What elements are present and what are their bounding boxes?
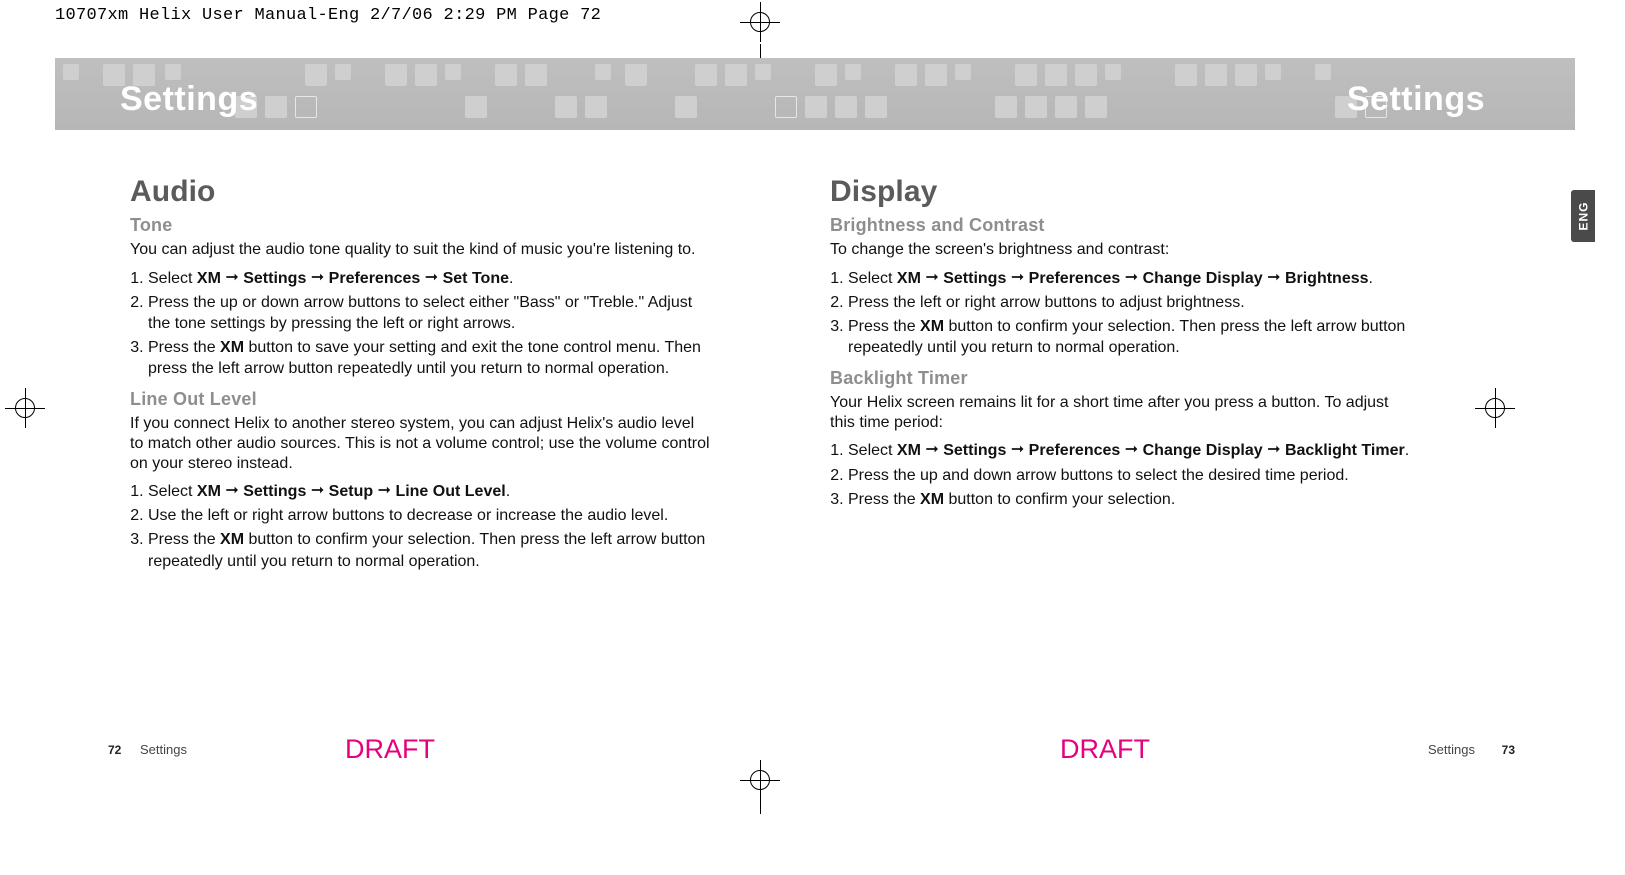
subheading-tone: Tone (130, 215, 710, 236)
arrow-icon: ➞ (1011, 439, 1024, 460)
arrow-icon: ➞ (311, 480, 324, 501)
brightness-step-3: Press the XM button to confirm your sele… (848, 316, 1410, 358)
arrow-icon: ➞ (311, 267, 324, 288)
heading-display: Display (830, 175, 1410, 209)
line-out-step-1: Select XM ➞ Settings ➞ Setup ➞ Line Out … (148, 481, 710, 502)
arrow-icon: ➞ (925, 267, 938, 288)
brightness-step-2: Press the left or right arrow buttons to… (848, 292, 1410, 313)
tone-step-3: Press the XM button to save your setting… (148, 337, 710, 379)
print-slug: 10707xm Helix User Manual-Eng 2/7/06 2:2… (55, 6, 601, 25)
banner-title-right: Settings (1347, 80, 1485, 119)
tone-intro: You can adjust the audio tone quality to… (130, 240, 710, 260)
line-out-step-2: Use the left or right arrow buttons to d… (148, 505, 710, 526)
heading-audio: Audio (130, 175, 710, 209)
subheading-line-out: Line Out Level (130, 389, 710, 410)
backlight-steps: Select XM ➞ Settings ➞ Preferences ➞ Cha… (830, 440, 1410, 509)
register-mark-right (1475, 388, 1515, 428)
tone-step-2: Press the up or down arrow buttons to se… (148, 292, 710, 334)
arrow-icon: ➞ (1125, 267, 1138, 288)
arrow-icon: ➞ (1011, 267, 1024, 288)
tone-steps: Select XM ➞ Settings ➞ Preferences ➞ Set… (130, 268, 710, 380)
language-tab-eng: ENG (1571, 190, 1595, 242)
arrow-icon: ➞ (378, 480, 391, 501)
brightness-step-1: Select XM ➞ Settings ➞ Preferences ➞ Cha… (848, 268, 1410, 289)
backlight-step-1: Select XM ➞ Settings ➞ Preferences ➞ Cha… (848, 440, 1410, 461)
backlight-step-2: Press the up and down arrow buttons to s… (848, 465, 1410, 486)
page-number-right: 73 (1502, 743, 1515, 757)
line-out-intro: If you connect Helix to another stereo s… (130, 414, 710, 473)
backlight-intro: Your Helix screen remains lit for a shor… (830, 393, 1410, 432)
right-page-content: Display Brightness and Contrast To chang… (830, 175, 1410, 520)
subheading-brightness: Brightness and Contrast (830, 215, 1410, 236)
arrow-icon: ➞ (225, 480, 238, 501)
draft-watermark-right: DRAFT (1060, 734, 1150, 765)
line-out-steps: Select XM ➞ Settings ➞ Setup ➞ Line Out … (130, 481, 710, 571)
register-mark-bottom (740, 760, 780, 800)
crop-mark (760, 44, 761, 58)
banner-title-left: Settings (120, 80, 258, 119)
register-mark-left (5, 388, 45, 428)
register-mark-top (740, 2, 780, 42)
footer-section-left: Settings (140, 742, 187, 757)
subheading-backlight: Backlight Timer (830, 368, 1410, 389)
arrow-icon: ➞ (1125, 439, 1138, 460)
arrow-icon: ➞ (1267, 267, 1280, 288)
header-banner: Settings Settings (55, 58, 1575, 130)
brightness-steps: Select XM ➞ Settings ➞ Preferences ➞ Cha… (830, 268, 1410, 358)
page-number-left: 72 (108, 743, 121, 757)
brightness-intro: To change the screen's brightness and co… (830, 240, 1410, 260)
crop-mark (760, 800, 761, 814)
document-spread: 10707xm Helix User Manual-Eng 2/7/06 2:2… (0, 0, 1625, 875)
tone-step-1: Select XM ➞ Settings ➞ Preferences ➞ Set… (148, 268, 710, 289)
backlight-step-3: Press the XM button to confirm your sele… (848, 489, 1410, 510)
arrow-icon: ➞ (1267, 439, 1280, 460)
arrow-icon: ➞ (925, 439, 938, 460)
draft-watermark-left: DRAFT (345, 734, 435, 765)
arrow-icon: ➞ (425, 267, 438, 288)
left-page-content: Audio Tone You can adjust the audio tone… (130, 175, 710, 582)
footer-section-right: Settings (1428, 742, 1475, 757)
arrow-icon: ➞ (225, 267, 238, 288)
line-out-step-3: Press the XM button to confirm your sele… (148, 529, 710, 571)
